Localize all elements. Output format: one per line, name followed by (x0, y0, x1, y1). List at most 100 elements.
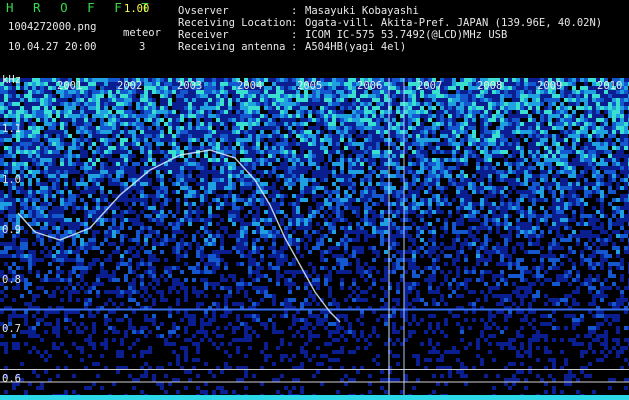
noise-cell (56, 182, 60, 186)
noise-cell (212, 162, 216, 166)
noise-cell (464, 230, 468, 234)
noise-cell (32, 110, 36, 114)
noise-cell (360, 166, 364, 170)
noise-cell (472, 98, 476, 102)
noise-cell (160, 166, 164, 170)
noise-cell (516, 122, 520, 126)
noise-cell (268, 230, 272, 234)
noise-cell (248, 110, 252, 114)
noise-cell (32, 86, 36, 90)
noise-cell (468, 206, 472, 210)
noise-cell (328, 86, 332, 90)
noise-cell (600, 142, 604, 146)
noise-cell (172, 150, 176, 154)
noise-cell (568, 198, 572, 202)
noise-cell (120, 174, 124, 178)
noise-cell (440, 106, 444, 110)
noise-cell (368, 178, 372, 182)
noise-cell (308, 210, 312, 214)
noise-cell (44, 78, 48, 82)
noise-cell (224, 90, 228, 94)
noise-cell (452, 82, 456, 86)
noise-cell (128, 102, 132, 106)
noise-cell (4, 98, 8, 102)
noise-cell (48, 134, 52, 138)
noise-cell (300, 174, 304, 178)
noise-cell (392, 126, 396, 130)
noise-cell (268, 94, 272, 98)
noise-cell (500, 170, 504, 174)
noise-cell (316, 130, 320, 134)
noise-cell (596, 210, 600, 214)
noise-cell (36, 90, 40, 94)
noise-cell (228, 130, 232, 134)
noise-cell (408, 158, 412, 162)
noise-cell (384, 162, 388, 166)
noise-cell (488, 114, 492, 118)
noise-cell (132, 238, 136, 242)
noise-cell (452, 150, 456, 154)
noise-cell (268, 170, 272, 174)
noise-cell (328, 110, 332, 114)
noise-cell (108, 98, 112, 102)
noise-cell (124, 166, 128, 170)
noise-cell (216, 198, 220, 202)
noise-cell (276, 98, 280, 102)
noise-cell (144, 198, 148, 202)
noise-cell (596, 154, 600, 158)
noise-cell (540, 166, 544, 170)
noise-cell (416, 126, 420, 130)
noise-cell (44, 130, 48, 134)
noise-cell (100, 170, 104, 174)
noise-cell (540, 114, 544, 118)
noise-cell (92, 98, 96, 102)
noise-cell (204, 174, 208, 178)
noise-cell (420, 126, 424, 130)
noise-cell (336, 134, 340, 138)
noise-cell (516, 114, 520, 118)
noise-cell (364, 194, 368, 198)
noise-cell (28, 206, 32, 210)
noise-cell (328, 198, 332, 202)
noise-cell (392, 174, 396, 178)
noise-cell (32, 190, 36, 194)
noise-cell (600, 102, 604, 106)
noise-cell (616, 218, 620, 222)
noise-cell (560, 106, 564, 110)
noise-cell (60, 154, 64, 158)
noise-cell (300, 170, 304, 174)
noise-cell (284, 174, 288, 178)
noise-cell (40, 110, 44, 114)
noise-cell (232, 106, 236, 110)
noise-cell (108, 94, 112, 98)
noise-cell (208, 86, 212, 90)
noise-cell (428, 186, 432, 190)
noise-cell (608, 186, 612, 190)
noise-cell (4, 166, 8, 170)
noise-cell (180, 94, 184, 98)
noise-cell (156, 106, 160, 110)
noise-cell (532, 102, 536, 106)
noise-cell (620, 138, 624, 142)
noise-cell (104, 134, 108, 138)
noise-cell (104, 90, 108, 94)
noise-cell (100, 142, 104, 146)
noise-cell (208, 214, 212, 218)
noise-cell (608, 182, 612, 186)
noise-cell (220, 122, 224, 126)
noise-cell (140, 210, 144, 214)
noise-cell (324, 166, 328, 170)
noise-cell (372, 194, 376, 198)
noise-cell (440, 166, 444, 170)
noise-cell (232, 174, 236, 178)
noise-cell (96, 198, 100, 202)
noise-cell (588, 194, 592, 198)
noise-cell (312, 178, 316, 182)
noise-cell (140, 134, 144, 138)
noise-cell (108, 142, 112, 146)
noise-cell (528, 190, 532, 194)
noise-cell (444, 106, 448, 110)
noise-cell (172, 114, 176, 118)
noise-cell (512, 162, 516, 166)
noise-cell (252, 162, 256, 166)
